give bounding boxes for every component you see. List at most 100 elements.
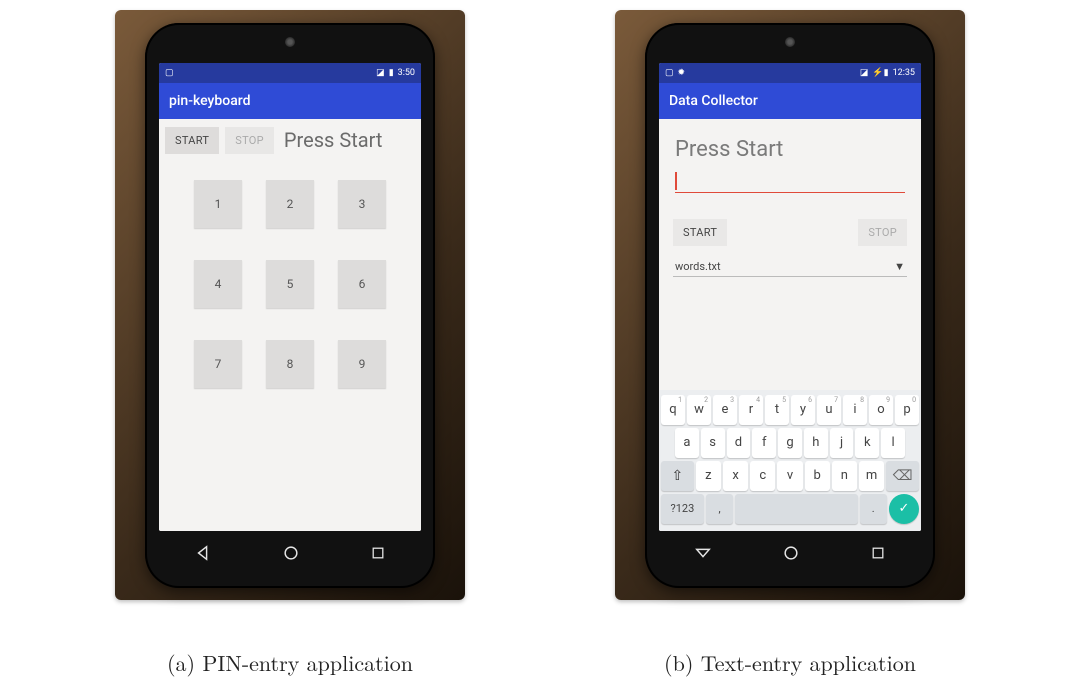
stop-button[interactable]: STOP — [225, 127, 274, 154]
key-e[interactable]: e3 — [713, 395, 737, 425]
text-content: Press Start START STOP words.txt ▼ — [659, 119, 921, 531]
key-h[interactable]: h — [804, 428, 828, 458]
status-debug-icon: ✹ — [678, 68, 686, 78]
key-r[interactable]: r4 — [739, 395, 763, 425]
key-hint: 2 — [704, 396, 708, 404]
shift-key[interactable]: ⇧ — [661, 461, 694, 491]
pin-key-1[interactable]: 1 — [194, 180, 242, 228]
android-nav-a — [159, 538, 421, 574]
key-hint: 7 — [834, 396, 838, 404]
app-title-b: Data Collector — [669, 93, 758, 109]
key-o[interactable]: o9 — [869, 395, 893, 425]
pin-content: START STOP Press Start 1 2 3 4 5 6 — [159, 119, 421, 531]
phone-frame-b: ▢ ✹ ◪ ⚡▮ 12:35 Data Collector Press Star… — [645, 23, 935, 588]
key-k[interactable]: k — [855, 428, 879, 458]
pin-key-8[interactable]: 8 — [266, 340, 314, 388]
key-q[interactable]: q1 — [661, 395, 685, 425]
network-icon-b: ◪ — [860, 68, 869, 78]
photo-background-a: ▢ ◪ ▮ 3:50 pin-keyboard START — [115, 10, 465, 600]
battery-charging-icon: ⚡▮ — [872, 68, 888, 78]
pin-keypad: 1 2 3 4 5 6 7 8 9 — [159, 180, 421, 388]
chevron-down-icon: ▼ — [894, 260, 905, 273]
android-nav-b — [659, 538, 921, 574]
key-b[interactable]: b — [805, 461, 830, 491]
key-hint: 6 — [808, 396, 812, 404]
key-p[interactable]: p0 — [895, 395, 919, 425]
key-l[interactable]: l — [881, 428, 905, 458]
phone-screen-a: ▢ ◪ ▮ 3:50 pin-keyboard START — [159, 63, 421, 531]
key-c[interactable]: c — [750, 461, 775, 491]
nav-recents-icon-b[interactable] — [870, 545, 886, 566]
comma-key[interactable]: , — [706, 494, 734, 524]
app-bar-b: Data Collector — [659, 83, 921, 119]
pin-key-5[interactable]: 5 — [266, 260, 314, 308]
prompt-label-b: Press Start — [659, 119, 921, 166]
app-title-a: pin-keyboard — [169, 93, 250, 109]
period-key[interactable]: . — [860, 494, 888, 524]
key-g[interactable]: g — [778, 428, 802, 458]
symbols-key[interactable]: ?123 — [661, 494, 704, 524]
text-input[interactable] — [675, 170, 905, 193]
key-a[interactable]: a — [675, 428, 699, 458]
backspace-icon: ⌫ — [893, 468, 913, 484]
pin-key-9[interactable]: 9 — [338, 340, 386, 388]
pin-key-4[interactable]: 4 — [194, 260, 242, 308]
check-icon: ✓ — [899, 501, 910, 516]
pin-key-2[interactable]: 2 — [266, 180, 314, 228]
pin-key-3[interactable]: 3 — [338, 180, 386, 228]
enter-key[interactable]: ✓ — [889, 494, 919, 524]
key-d[interactable]: d — [727, 428, 751, 458]
key-m[interactable]: m — [859, 461, 884, 491]
spinner-value: words.txt — [675, 260, 721, 273]
key-i[interactable]: i8 — [843, 395, 867, 425]
captions: (a) PIN-entry application (b) Text-entry… — [0, 637, 1080, 688]
nav-home-icon-b[interactable] — [782, 544, 800, 567]
nav-hide-keyboard-icon[interactable] — [694, 544, 712, 567]
file-spinner[interactable]: words.txt ▼ — [673, 256, 907, 277]
key-t[interactable]: t5 — [765, 395, 789, 425]
pin-key-6[interactable]: 6 — [338, 260, 386, 308]
key-hint: 1 — [678, 396, 682, 404]
caption-b: (b) Text-entry application — [580, 647, 1000, 678]
nav-back-icon[interactable] — [194, 544, 212, 567]
start-button[interactable]: START — [165, 127, 219, 154]
key-w[interactable]: w2 — [687, 395, 711, 425]
space-key[interactable] — [735, 494, 857, 524]
stop-button-b[interactable]: STOP — [858, 219, 907, 246]
nav-recents-icon[interactable] — [370, 545, 386, 566]
keyboard-row-4: ?123 , . ✓ — [661, 494, 919, 524]
key-y[interactable]: y6 — [791, 395, 815, 425]
phone-speaker-a — [285, 37, 295, 47]
start-button-b[interactable]: START — [673, 219, 727, 246]
key-hint: 0 — [912, 396, 916, 404]
key-v[interactable]: v — [777, 461, 802, 491]
nav-home-icon[interactable] — [282, 544, 300, 567]
key-hint: 9 — [886, 396, 890, 404]
battery-icon: ▮ — [389, 68, 394, 78]
prompt-label-a: Press Start — [284, 128, 383, 152]
status-time-b: 12:35 — [893, 68, 915, 78]
key-hint: 8 — [860, 396, 864, 404]
status-app-icon-b: ▢ — [665, 68, 674, 78]
key-u[interactable]: u7 — [817, 395, 841, 425]
figure-b: ▢ ✹ ◪ ⚡▮ 12:35 Data Collector Press Star… — [615, 10, 965, 600]
app-bar-a: pin-keyboard — [159, 83, 421, 119]
phone-frame-a: ▢ ◪ ▮ 3:50 pin-keyboard START — [145, 23, 435, 588]
key-z[interactable]: z — [696, 461, 721, 491]
key-hint: 4 — [756, 396, 760, 404]
key-x[interactable]: x — [723, 461, 748, 491]
phone-screen-b: ▢ ✹ ◪ ⚡▮ 12:35 Data Collector Press Star… — [659, 63, 921, 531]
status-bar-a: ▢ ◪ ▮ 3:50 — [159, 63, 421, 83]
key-n[interactable]: n — [832, 461, 857, 491]
key-s[interactable]: s — [701, 428, 725, 458]
pin-key-7[interactable]: 7 — [194, 340, 242, 388]
keyboard-row-3: ⇧ zxcvbnm ⌫ — [661, 461, 919, 491]
key-j[interactable]: j — [830, 428, 854, 458]
status-bar-b: ▢ ✹ ◪ ⚡▮ 12:35 — [659, 63, 921, 83]
caption-a: (a) PIN-entry application — [80, 647, 500, 678]
backspace-key[interactable]: ⌫ — [886, 461, 919, 491]
network-icon: ◪ — [376, 68, 385, 78]
key-f[interactable]: f — [752, 428, 776, 458]
status-time-a: 3:50 — [398, 68, 415, 78]
photo-background-b: ▢ ✹ ◪ ⚡▮ 12:35 Data Collector Press Star… — [615, 10, 965, 600]
